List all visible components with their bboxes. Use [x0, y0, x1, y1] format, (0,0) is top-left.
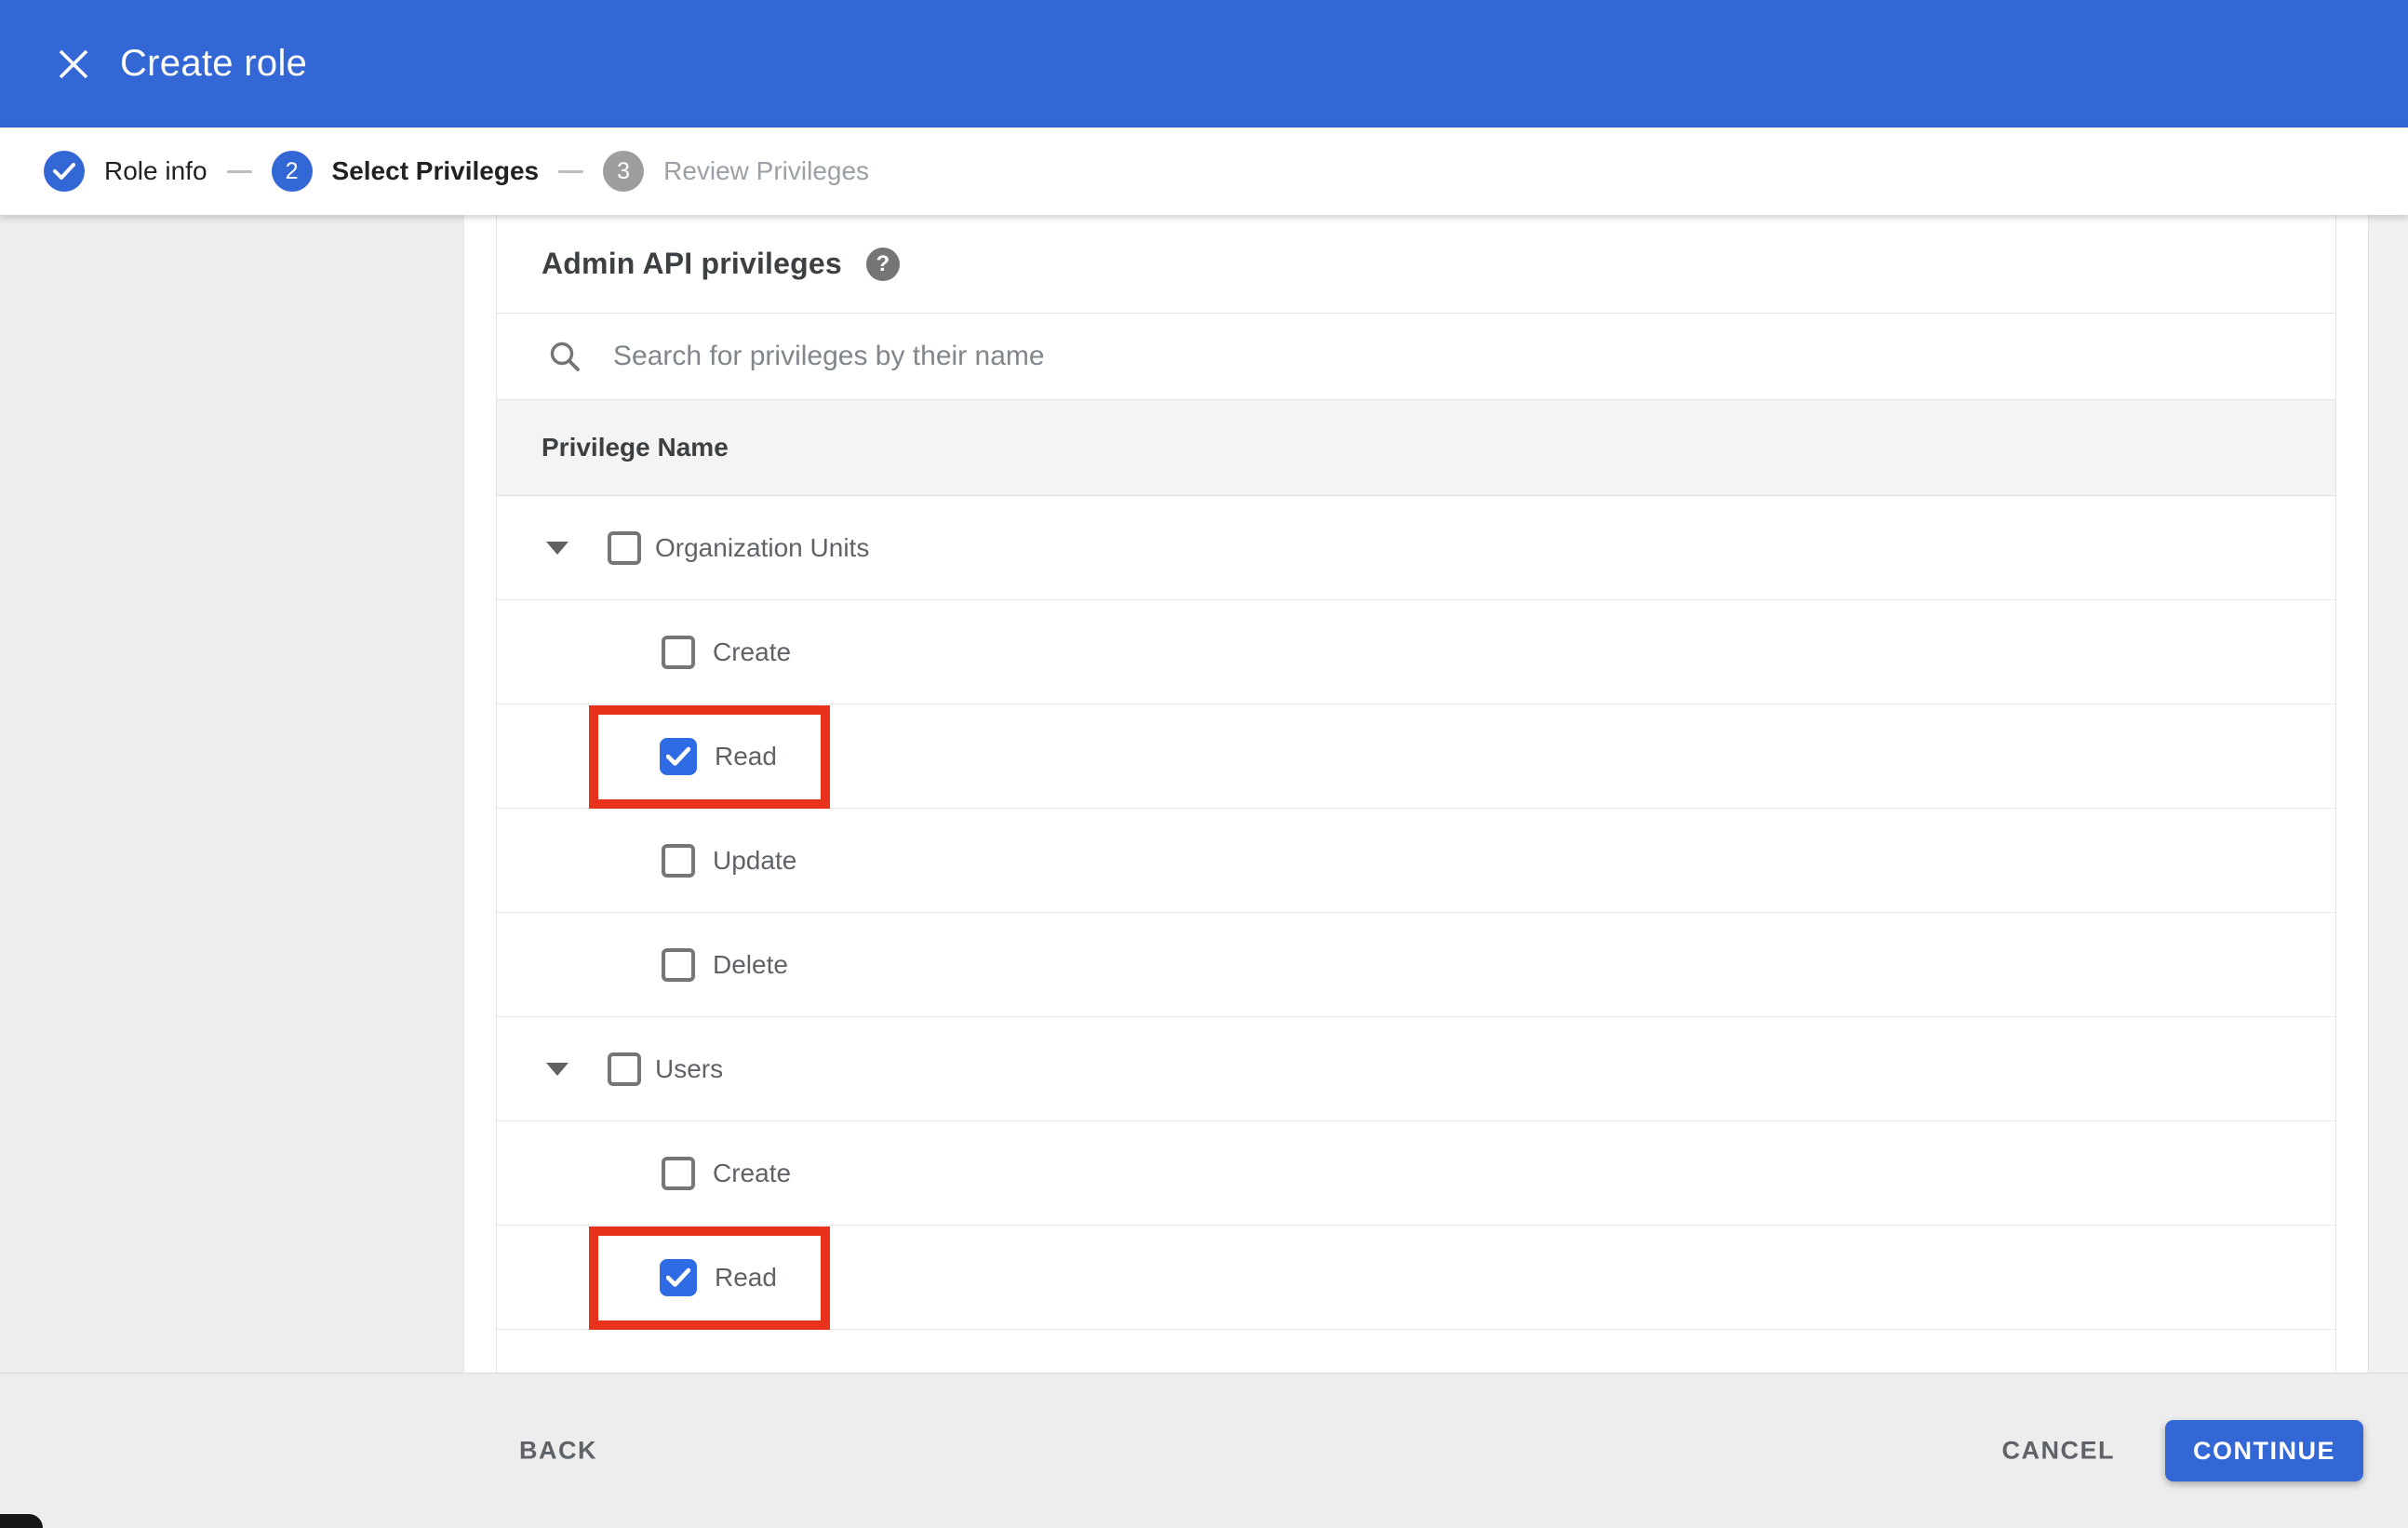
section-title-row: Admin API privileges ? [497, 215, 2335, 314]
annotation-box [589, 705, 830, 809]
footer-bar: BACK CANCEL CONTINUE [0, 1373, 2408, 1528]
privilege-row: Read [497, 704, 2335, 809]
close-icon[interactable] [53, 44, 94, 85]
table-header: Privilege Name [497, 400, 2335, 496]
privilege-row: Users [497, 1017, 2335, 1121]
search-row [497, 314, 2335, 400]
privilege-row: Create [497, 600, 2335, 704]
step-number: 3 [603, 151, 645, 192]
privilege-checkbox[interactable] [662, 1156, 695, 1190]
privilege-checkbox[interactable] [662, 947, 695, 982]
privileges-panel: Admin API privileges ? Privilege Name Or… [496, 215, 2336, 1373]
step-label: Review Privileges [663, 156, 870, 185]
step-role-info[interactable]: Role info [44, 151, 207, 192]
scrollbar-track[interactable] [2368, 215, 2408, 1528]
search-input[interactable] [611, 340, 2011, 373]
privilege-checkbox[interactable] [608, 1052, 641, 1086]
privilege-label: Update [713, 845, 797, 875]
step-complete-icon [44, 151, 85, 192]
privilege-row: Organization Units [497, 496, 2335, 600]
privilege-row: Update [497, 809, 2335, 913]
privilege-rows: Organization Units Create Read Update De… [497, 496, 2335, 1330]
section-title: Admin API privileges [542, 247, 842, 280]
privilege-label: Read [715, 1262, 777, 1292]
step-review-privileges[interactable]: 3 Review Privileges [603, 151, 869, 192]
help-icon[interactable]: ? [865, 247, 900, 281]
dialog-header: Create role [0, 0, 2408, 127]
step-connector [226, 169, 252, 173]
privilege-label: Create [713, 637, 792, 666]
continue-button[interactable]: CONTINUE [2165, 1420, 2363, 1481]
privilege-checkbox[interactable] [662, 635, 695, 669]
privilege-checkbox[interactable] [662, 843, 695, 878]
privilege-label: Organization Units [655, 532, 870, 562]
back-button[interactable]: BACK [519, 1437, 597, 1466]
chevron-down-icon[interactable] [546, 1062, 569, 1076]
privilege-checkbox[interactable] [608, 530, 641, 565]
privilege-label: Read [715, 741, 777, 771]
privilege-checkbox[interactable] [660, 737, 697, 775]
step-label: Role info [104, 156, 207, 185]
search-icon [550, 342, 580, 371]
step-label: Select Privileges [331, 156, 540, 185]
annotation-box [589, 1226, 830, 1330]
privilege-row: Read [497, 1226, 2335, 1330]
cancel-button[interactable]: CANCEL [2002, 1437, 2116, 1466]
table-header-label: Privilege Name [542, 433, 729, 462]
privilege-label: Create [713, 1158, 792, 1187]
privilege-label: Delete [713, 949, 788, 979]
step-number: 2 [271, 151, 313, 192]
privilege-checkbox[interactable] [660, 1258, 697, 1296]
step-connector [558, 169, 584, 173]
privilege-label: Users [655, 1053, 724, 1083]
privilege-row: Create [497, 1121, 2335, 1226]
wizard-stepper: Role info 2 Select Privileges 3 Review P… [0, 127, 2408, 215]
left-background-panel [0, 215, 464, 1528]
dialog-title: Create role [120, 43, 308, 84]
chevron-down-icon[interactable] [546, 541, 569, 555]
step-select-privileges[interactable]: 2 Select Privileges [271, 151, 540, 192]
privilege-row: Delete [497, 913, 2335, 1017]
screen-corner-artifact [0, 1514, 43, 1528]
